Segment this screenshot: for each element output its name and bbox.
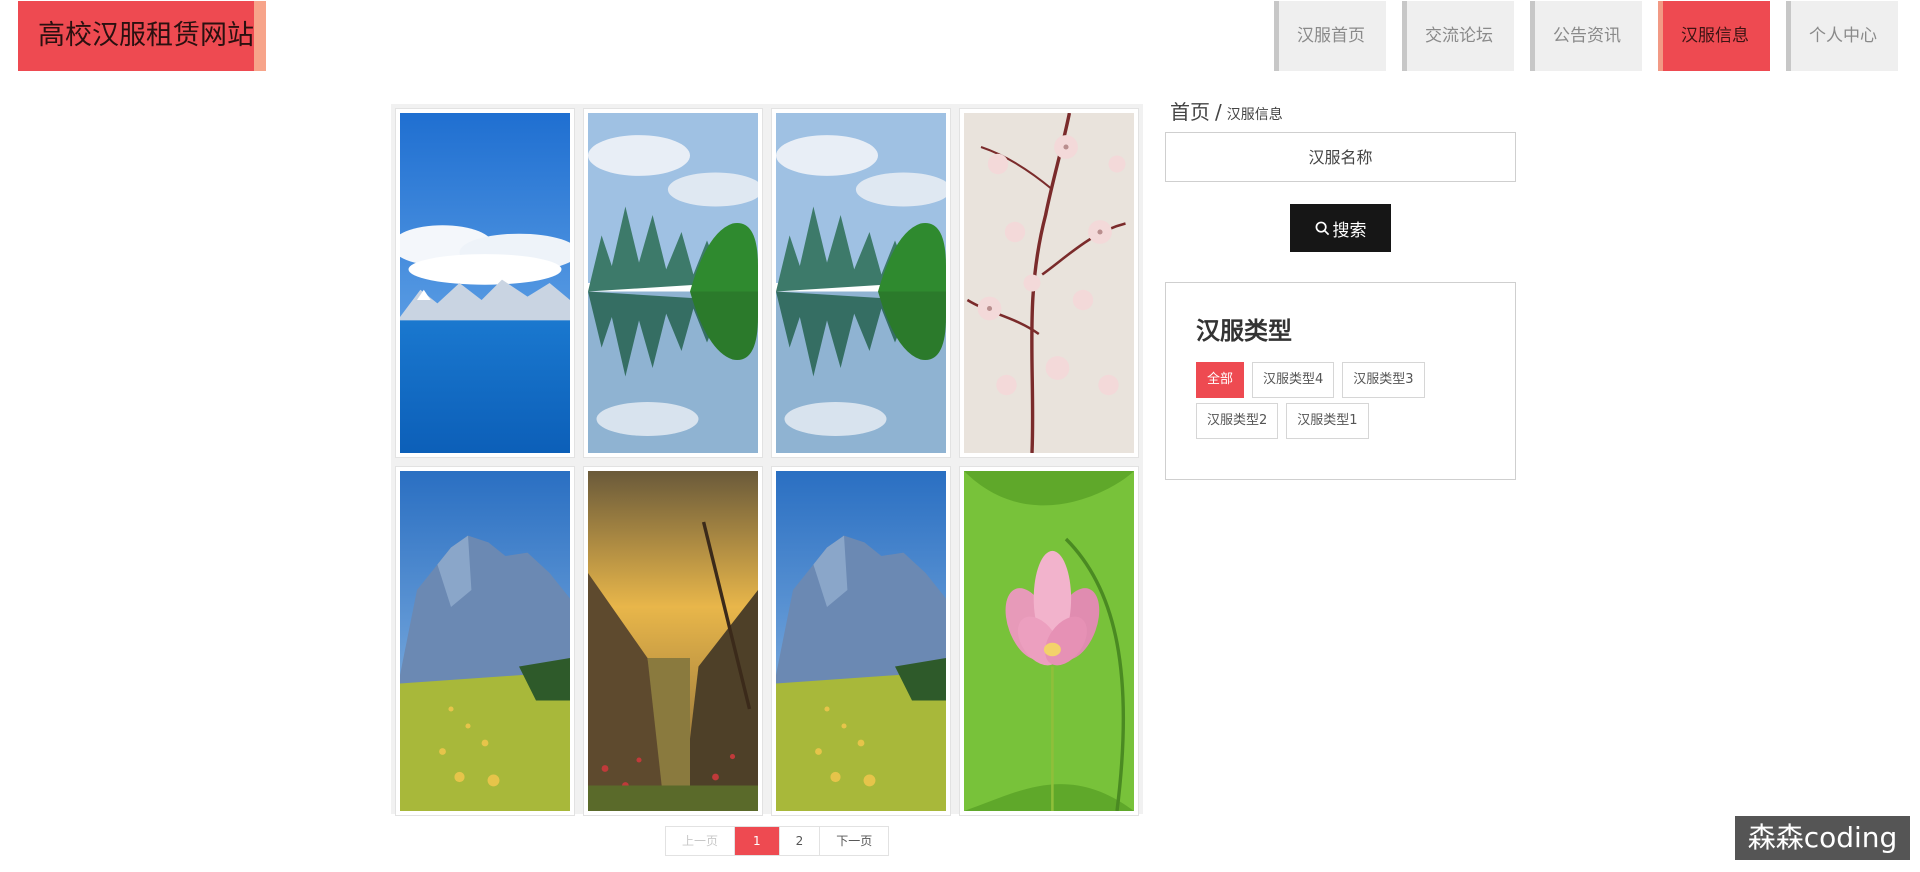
search-icon	[1315, 221, 1329, 235]
hanfu-card[interactable]	[959, 466, 1139, 816]
hanfu-card[interactable]	[395, 108, 575, 458]
type-filter-panel: 汉服类型 全部 汉服类型4 汉服类型3 汉服类型2 汉服类型1	[1165, 282, 1516, 480]
hanfu-card[interactable]	[771, 108, 951, 458]
hanfu-card[interactable]	[583, 466, 763, 816]
breadcrumb-home[interactable]: 首页	[1170, 100, 1210, 124]
site-logo[interactable]: 高校汉服租赁网站	[18, 1, 266, 71]
product-image[interactable]	[588, 113, 758, 453]
nav-item-forum[interactable]: 交流论坛	[1402, 1, 1514, 71]
type-tag-3[interactable]: 汉服类型3	[1342, 362, 1425, 398]
nav-item-home[interactable]: 汉服首页	[1274, 1, 1386, 71]
hanfu-card[interactable]	[583, 108, 763, 458]
product-image[interactable]	[964, 471, 1134, 811]
type-filter-title: 汉服类型	[1196, 317, 1292, 345]
search-button[interactable]: 搜索	[1290, 204, 1391, 252]
main-nav: 汉服首页 交流论坛 公告资讯 汉服信息 个人中心	[1274, 1, 1898, 71]
nav-item-hanfu-info[interactable]: 汉服信息	[1658, 1, 1770, 71]
video-watermark: 森森coding	[1735, 816, 1910, 860]
type-tag-all[interactable]: 全部	[1196, 362, 1245, 398]
hanfu-card[interactable]	[395, 466, 575, 816]
product-image[interactable]	[588, 471, 758, 811]
type-tags: 全部 汉服类型4 汉服类型3 汉服类型2 汉服类型1	[1196, 362, 1485, 439]
breadcrumb-separator: /	[1215, 100, 1222, 124]
hanfu-card[interactable]	[771, 466, 951, 816]
search-button-label: 搜索	[1332, 220, 1367, 241]
product-image[interactable]	[776, 471, 946, 811]
type-tag-1[interactable]: 汉服类型1	[1286, 403, 1369, 439]
pagination: 上一页 1 2 下一页	[665, 826, 890, 856]
hanfu-gallery	[391, 104, 1143, 816]
product-image[interactable]	[776, 113, 946, 453]
page-2-button[interactable]: 2	[780, 827, 821, 855]
next-page-button[interactable]: 下一页	[820, 827, 888, 855]
breadcrumb: 首页 / 汉服信息	[1170, 96, 1283, 125]
breadcrumb-current: 汉服信息	[1226, 107, 1283, 123]
nav-item-news[interactable]: 公告资讯	[1530, 1, 1642, 71]
type-tag-4[interactable]: 汉服类型4	[1252, 362, 1335, 398]
page-1-button[interactable]: 1	[735, 827, 780, 855]
product-image[interactable]	[400, 113, 570, 453]
nav-item-profile[interactable]: 个人中心	[1786, 1, 1898, 71]
product-image[interactable]	[400, 471, 570, 811]
type-tag-2[interactable]: 汉服类型2	[1196, 403, 1279, 439]
prev-page-button[interactable]: 上一页	[666, 827, 736, 855]
hanfu-card[interactable]	[959, 108, 1139, 458]
search-input[interactable]	[1165, 132, 1516, 182]
product-image[interactable]	[964, 113, 1134, 453]
